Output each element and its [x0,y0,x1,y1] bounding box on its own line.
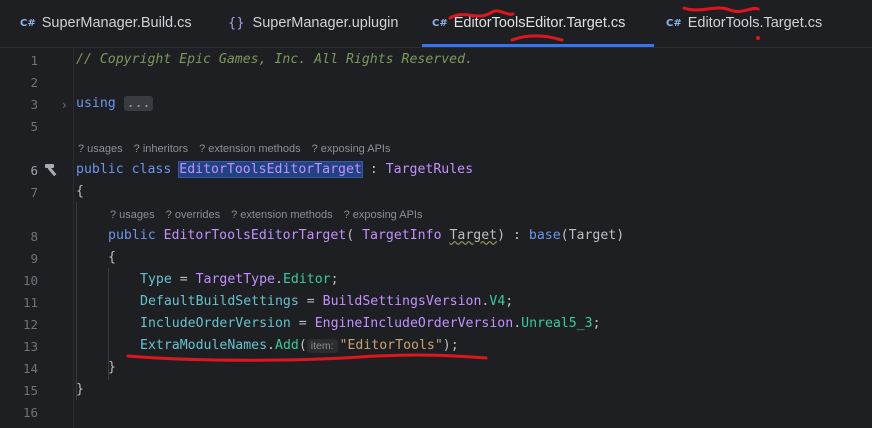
parameter-inlay-hint: item: [306,339,338,353]
constructor-name: EditorToolsEditorTarget [163,228,347,243]
hint-inheritors[interactable]: ? inheritors [134,143,188,155]
tab-label: SuperManager.uplugin [252,15,399,31]
line-number: 7 [30,185,38,200]
code-line-13: ExtraModuleNames.Add(item: "EditorTools")… [140,338,459,353]
hint-exposing-apis[interactable]: ? exposing APIs [312,143,391,155]
hint-overrides[interactable]: ? overrides [166,209,220,221]
hint-extension-methods[interactable]: ? extension methods [199,143,301,155]
line-number: 10 [22,273,38,288]
line-number: 6 [30,163,38,178]
code-token: ( [298,338,307,353]
code-token: . [267,338,275,353]
code-line-1: // Copyright Epic Games, Inc. All Rights… [76,52,473,67]
enum-member: Unreal5_3 [521,316,593,331]
code-token: . [275,272,283,287]
tab-supermanager-build[interactable]: C# SuperManager.Build.cs [20,0,192,46]
line-number: 12 [22,317,38,332]
tab-label: EditorToolsEditor.Target.cs [453,15,626,31]
property: IncludeOrderVersion [140,316,291,331]
enum-member: Editor [282,272,331,287]
hammer-icon[interactable] [43,163,59,177]
line-number: 1 [30,53,38,68]
enum-member: V4 [489,294,506,309]
code-token: } [76,382,84,397]
tab-supermanager-uplugin[interactable]: {} SuperManager.uplugin [228,0,398,46]
code-token: ); [442,338,459,353]
code-line-15: } [76,382,84,397]
chevron-right-icon[interactable]: › [62,98,67,112]
line-number: 2 [30,75,38,90]
keyword-using: using [76,96,116,111]
folded-region[interactable]: ... [123,96,154,111]
code-line-10: Type = TargetType.Editor; [140,272,339,287]
code-line-12: IncludeOrderVersion = EngineIncludeOrder… [140,316,601,331]
active-tab-indicator [422,44,654,47]
string-literal: "EditorTools" [339,338,443,353]
keyword-class: class [131,162,172,177]
line-number: 14 [22,361,38,376]
param-name: Target [449,228,498,243]
code-token: } [108,360,116,375]
csharp-file-icon: C# [20,17,36,29]
code-token: ; [330,272,339,287]
code-line-3: using ... [76,96,154,111]
code-line-11: DefaultBuildSettings = BuildSettingsVers… [140,294,513,309]
base-type: TargetRules [385,162,474,177]
hint-usages[interactable]: ? usages [78,143,123,155]
csharp-file-icon: C# [666,17,682,29]
tab-label: EditorTools.Target.cs [687,15,823,31]
code-vision-hints-ctor: ? usages ? overrides ? extension methods ? … [110,209,433,221]
line-number: 8 [30,229,38,244]
code-token: ; [592,316,601,331]
hint-usages[interactable]: ? usages [110,209,155,221]
hint-extension-methods[interactable]: ? extension methods [231,209,333,221]
tab-editortools-target[interactable]: C# EditorTools.Target.cs [666,0,822,46]
code-token: ) : [497,228,529,243]
line-number: 5 [30,119,38,134]
code-token: { [108,250,116,265]
gutter-divider [73,48,74,428]
tab-label: SuperManager.Build.cs [41,15,192,31]
code-line-6: public class EditorToolsEditorTarget : T… [76,161,474,178]
hint-exposing-apis[interactable]: ? exposing APIs [344,209,423,221]
code-token: ( [346,228,363,243]
line-number: 13 [22,339,38,354]
method-name: Add [275,338,299,353]
line-number: 9 [30,251,38,266]
keyword-public: public [108,228,156,243]
code-token: = [171,272,196,287]
code-token: = [298,294,323,309]
keyword-base: base [528,228,561,243]
code-token: (Target) [560,228,625,243]
property: ExtraModuleNames [140,338,268,353]
param-type: TargetInfo [362,228,442,243]
class-name-selected[interactable]: EditorToolsEditorTarget [178,161,363,178]
code-vision-hints-class: ? usages ? inheritors ? extension methods?… [78,143,401,155]
code-line-9: { [108,250,116,265]
csharp-file-icon: C# [432,17,448,29]
code-token: : [361,162,386,177]
code-token: . [513,316,522,331]
line-number: 16 [22,405,38,420]
code-token: ; [505,294,514,309]
keyword-public: public [76,162,124,177]
property: DefaultBuildSettings [140,294,299,309]
code-token: = [290,316,315,331]
enum-type: EngineIncludeOrderVersion [314,316,514,331]
line-number: 15 [22,383,38,398]
enum-type: BuildSettingsVersion [322,294,482,309]
indent-guide [76,202,77,400]
comment: // Copyright Epic Games, Inc. All Rights… [76,52,473,67]
code-line-7: { [76,184,84,199]
json-braces-icon: {} [228,15,245,31]
tab-editortoolseditor-target[interactable]: C# EditorToolsEditor.Target.cs [432,0,625,46]
enum-type: TargetType [195,272,275,287]
code-line-8: public EditorToolsEditorTarget( TargetIn… [108,228,624,243]
code-token: { [76,184,84,199]
line-number: 3 [30,97,38,112]
property: Type [140,272,172,287]
editor-tab-bar: C# SuperManager.Build.cs {} SuperManager… [0,0,872,48]
code-line-14: } [108,360,116,375]
line-number: 11 [22,295,38,310]
